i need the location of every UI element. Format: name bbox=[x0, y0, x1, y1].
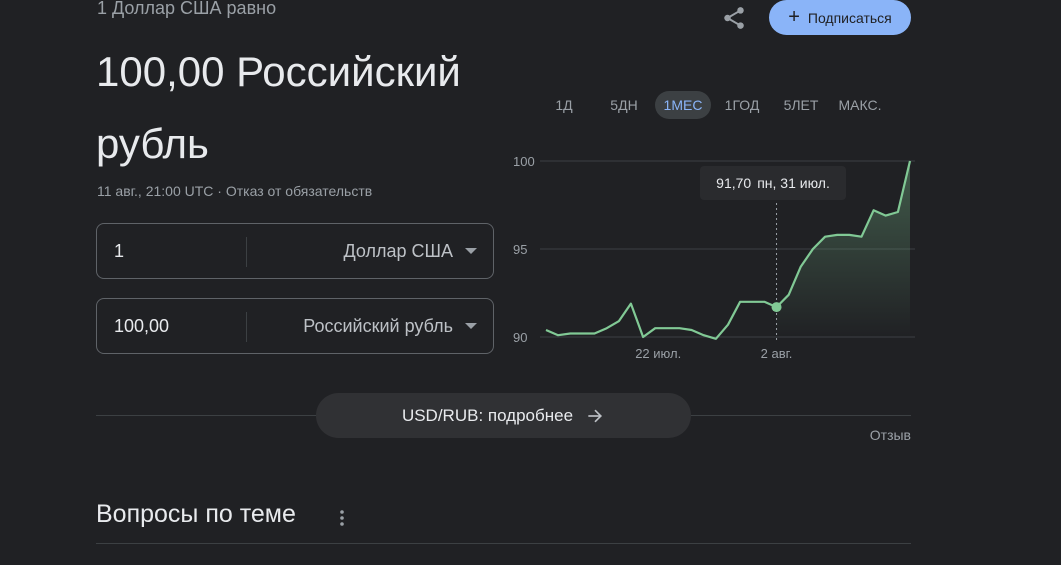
range-tabs: 1Д 5ДН 1МЕС 1ГОД 5ЛЕТ МАКС. bbox=[540, 91, 900, 119]
to-currency-box: 100,00 Российский рубль bbox=[96, 298, 494, 354]
more-options-button[interactable] bbox=[330, 504, 354, 532]
to-divider bbox=[246, 312, 247, 342]
bottom-divider bbox=[96, 543, 911, 544]
y-tick-label: 100 bbox=[513, 154, 535, 169]
from-currency-select[interactable]: Доллар США bbox=[343, 224, 453, 278]
related-questions-title: Вопросы по теме bbox=[96, 500, 296, 528]
from-currency-box: 1 Доллар США bbox=[96, 223, 494, 279]
share-button[interactable] bbox=[718, 2, 750, 34]
tab-5y[interactable]: 5ЛЕТ bbox=[776, 91, 826, 119]
details-label: USD/RUB: подробнее bbox=[401, 405, 574, 425]
timestamp-disclaimer[interactable]: 11 авг., 21:00 UTC · Отказ от обязательс… bbox=[97, 183, 372, 199]
tooltip-date: пн, 31 июл. bbox=[757, 175, 830, 191]
tooltip-value: 91,70 bbox=[716, 175, 752, 191]
y-tick-label: 90 bbox=[513, 330, 527, 345]
chart-tooltip: 91,70 пн, 31 июл. bbox=[700, 166, 846, 200]
arrow-right-icon bbox=[588, 409, 603, 422]
x-tick-label: 2 авг. bbox=[761, 346, 793, 361]
chevron-down-icon[interactable] bbox=[465, 248, 477, 254]
subscribe-button[interactable]: + Подписаться bbox=[769, 0, 911, 35]
tab-5d[interactable]: 5ДН bbox=[602, 91, 646, 119]
to-amount-input[interactable]: 100,00 bbox=[114, 299, 169, 353]
details-button[interactable]: USD/RUB: подробнее bbox=[316, 393, 691, 438]
to-currency-select[interactable]: Российский рубль bbox=[303, 299, 453, 353]
feedback-link[interactable]: Отзыв bbox=[870, 427, 911, 443]
subscribe-label: Подписаться bbox=[807, 9, 892, 26]
equals-subtitle: 1 Доллар США равно bbox=[97, 0, 277, 18]
highlight-point bbox=[771, 302, 782, 313]
x-tick-label: 22 июл. bbox=[635, 346, 681, 361]
currency-converter-page: 1 Доллар США равно 100,00 Российский руб… bbox=[0, 0, 1061, 565]
from-divider bbox=[246, 237, 247, 267]
tab-1m[interactable]: 1МЕС bbox=[655, 91, 711, 119]
converted-value: 100,00 Российский рубль bbox=[96, 48, 461, 167]
more-vert-icon bbox=[340, 510, 344, 526]
tab-max[interactable]: МАКС. bbox=[834, 91, 886, 119]
tab-1d[interactable]: 1Д bbox=[546, 91, 582, 119]
from-amount-input[interactable]: 1 bbox=[114, 224, 124, 278]
share-icon bbox=[724, 7, 744, 29]
plus-icon: + bbox=[788, 5, 800, 28]
chevron-down-icon[interactable] bbox=[465, 323, 477, 329]
y-tick-label: 95 bbox=[513, 242, 527, 257]
tab-1y[interactable]: 1ГОД bbox=[718, 91, 766, 119]
